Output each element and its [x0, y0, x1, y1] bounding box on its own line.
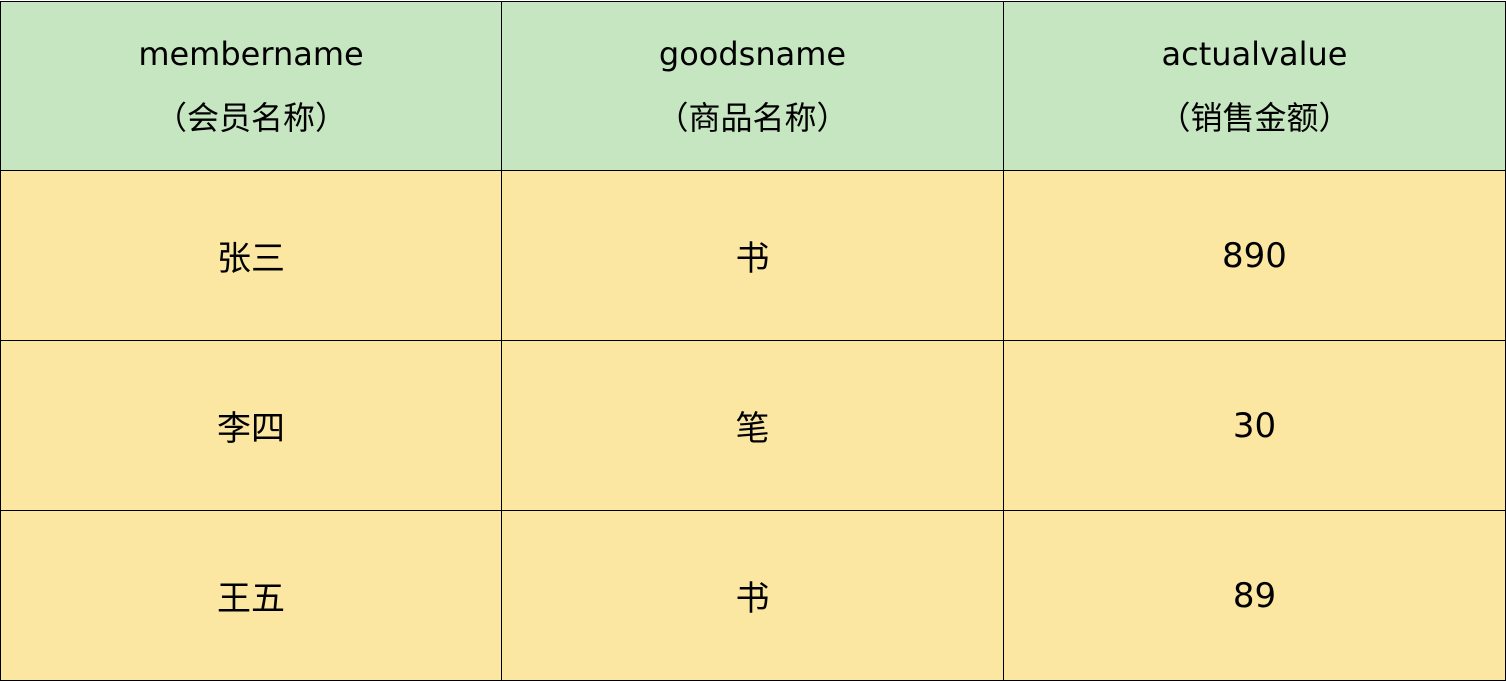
- sales-table: membername （会员名称） goodsname （商品名称） actua…: [0, 1, 1506, 681]
- cell-membername: 王五: [0, 510, 502, 681]
- header-actualvalue-zh: （销售金额）: [1158, 99, 1351, 137]
- cell-membername: 李四: [0, 340, 502, 511]
- table-header-row: membername （会员名称） goodsname （商品名称） actua…: [0, 1, 1506, 171]
- sales-table-container: membername （会员名称） goodsname （商品名称） actua…: [0, 0, 1506, 681]
- header-goodsname-zh: （商品名称）: [656, 99, 849, 137]
- table-row: 张三 书 890: [0, 170, 1506, 341]
- cell-membername: 张三: [0, 170, 502, 341]
- cell-goodsname: 书: [501, 170, 1004, 341]
- cell-actualvalue: 890: [1003, 170, 1506, 341]
- table-row: 李四 笔 30: [0, 340, 1506, 511]
- cell-actualvalue: 89: [1003, 510, 1506, 681]
- cell-goodsname: 笔: [501, 340, 1004, 511]
- header-membername: membername （会员名称）: [0, 1, 502, 171]
- header-goodsname-en: goodsname: [658, 35, 847, 73]
- header-membername-en: membername: [138, 35, 364, 73]
- cell-goodsname: 书: [501, 510, 1004, 681]
- cell-actualvalue: 30: [1003, 340, 1506, 511]
- header-actualvalue: actualvalue （销售金额）: [1003, 1, 1506, 171]
- header-actualvalue-en: actualvalue: [1161, 35, 1348, 73]
- header-goodsname: goodsname （商品名称）: [501, 1, 1004, 171]
- header-membername-zh: （会员名称）: [154, 99, 347, 137]
- table-row: 王五 书 89: [0, 510, 1506, 681]
